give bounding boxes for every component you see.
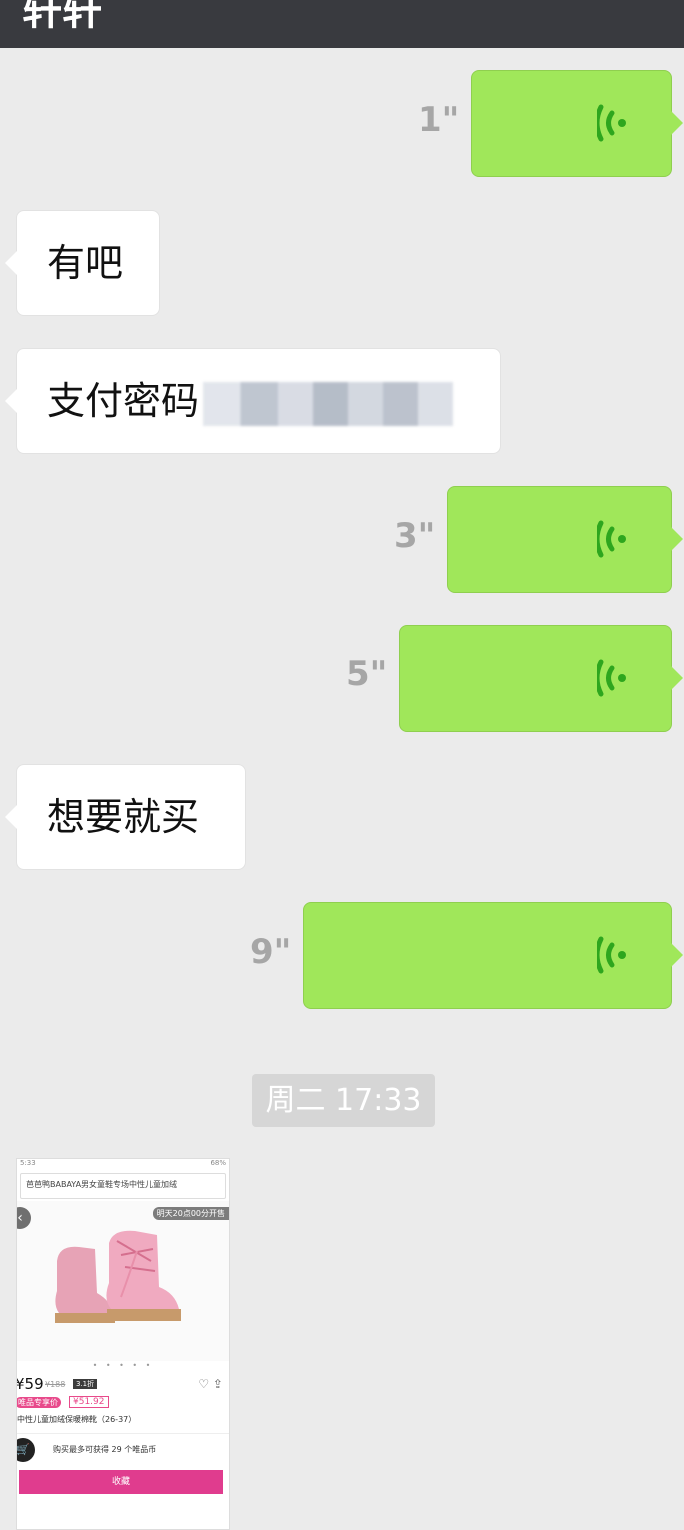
collect-button: 收藏: [19, 1470, 223, 1494]
product-image: ‹ 明天20点00分开售: [17, 1201, 229, 1361]
coins-row: 🛒 购买最多可获得 29 个唯品币: [17, 1434, 229, 1466]
blurred-content: [203, 381, 454, 426]
voice-duration: 1": [418, 100, 460, 140]
message-text: 想要就买: [47, 795, 200, 839]
member-price-row: 唯品专享价 ¥51.92: [17, 1395, 229, 1411]
message-timestamp: 周二 17:33: [252, 1074, 435, 1127]
voice-message[interactable]: [447, 486, 683, 593]
coins-text: 购买最多可获得 29 个唯品币: [53, 1445, 157, 1454]
product-name: 中性儿童加绒保暖棉靴（26-37）: [17, 1415, 137, 1424]
pink-boot-icon: [55, 1230, 181, 1323]
voice-duration: 9": [250, 932, 292, 972]
member-tag: 唯品专享价: [17, 1397, 61, 1408]
status-time: 5:33: [20, 1159, 36, 1167]
voice-wave-icon: [597, 104, 626, 142]
voice-duration: 5": [346, 654, 388, 694]
carousel-dots: • • • • •: [92, 1361, 154, 1370]
voice-message[interactable]: [399, 625, 683, 732]
chat-header: 轩轩: [0, 0, 684, 48]
message-text: 有吧: [47, 241, 124, 285]
member-price: ¥51.92: [69, 1396, 109, 1408]
voice-wave-icon: [597, 936, 626, 974]
price-row: ¥59 ¥188 3.1折 ♡ ⇪: [17, 1373, 229, 1395]
screenshot-search-bar: 芭芭鸭BABAYA男女童鞋专场中性儿童加绒: [20, 1173, 226, 1199]
screenshot-status-bar: 5:33 68%: [17, 1159, 229, 1171]
voice-message[interactable]: [471, 70, 683, 177]
text-message[interactable]: 有吧: [5, 210, 160, 316]
chat-title: 轩轩: [22, 0, 102, 34]
original-price: ¥188: [45, 1380, 66, 1389]
message-text: 支付密码: [47, 379, 200, 423]
price: ¥59: [16, 1375, 44, 1393]
discount-badge: 3.1折: [73, 1379, 98, 1389]
favorite-share-icon: ♡ ⇪: [198, 1377, 223, 1391]
voice-duration: 3": [394, 516, 436, 556]
text-message[interactable]: 想要就买: [5, 764, 246, 870]
image-message[interactable]: 5:33 68% 芭芭鸭BABAYA男女童鞋专场中性儿童加绒 ‹ 明天20点00…: [16, 1158, 230, 1530]
search-text: 芭芭鸭BABAYA男女童鞋专场中性儿童加绒: [26, 1180, 178, 1189]
voice-message[interactable]: [303, 902, 683, 1009]
voice-wave-icon: [597, 520, 626, 558]
status-battery: 68%: [210, 1159, 226, 1167]
text-message[interactable]: 支付密码: [5, 348, 501, 454]
cart-icon: 🛒: [17, 1438, 35, 1462]
voice-wave-icon: [597, 659, 626, 697]
